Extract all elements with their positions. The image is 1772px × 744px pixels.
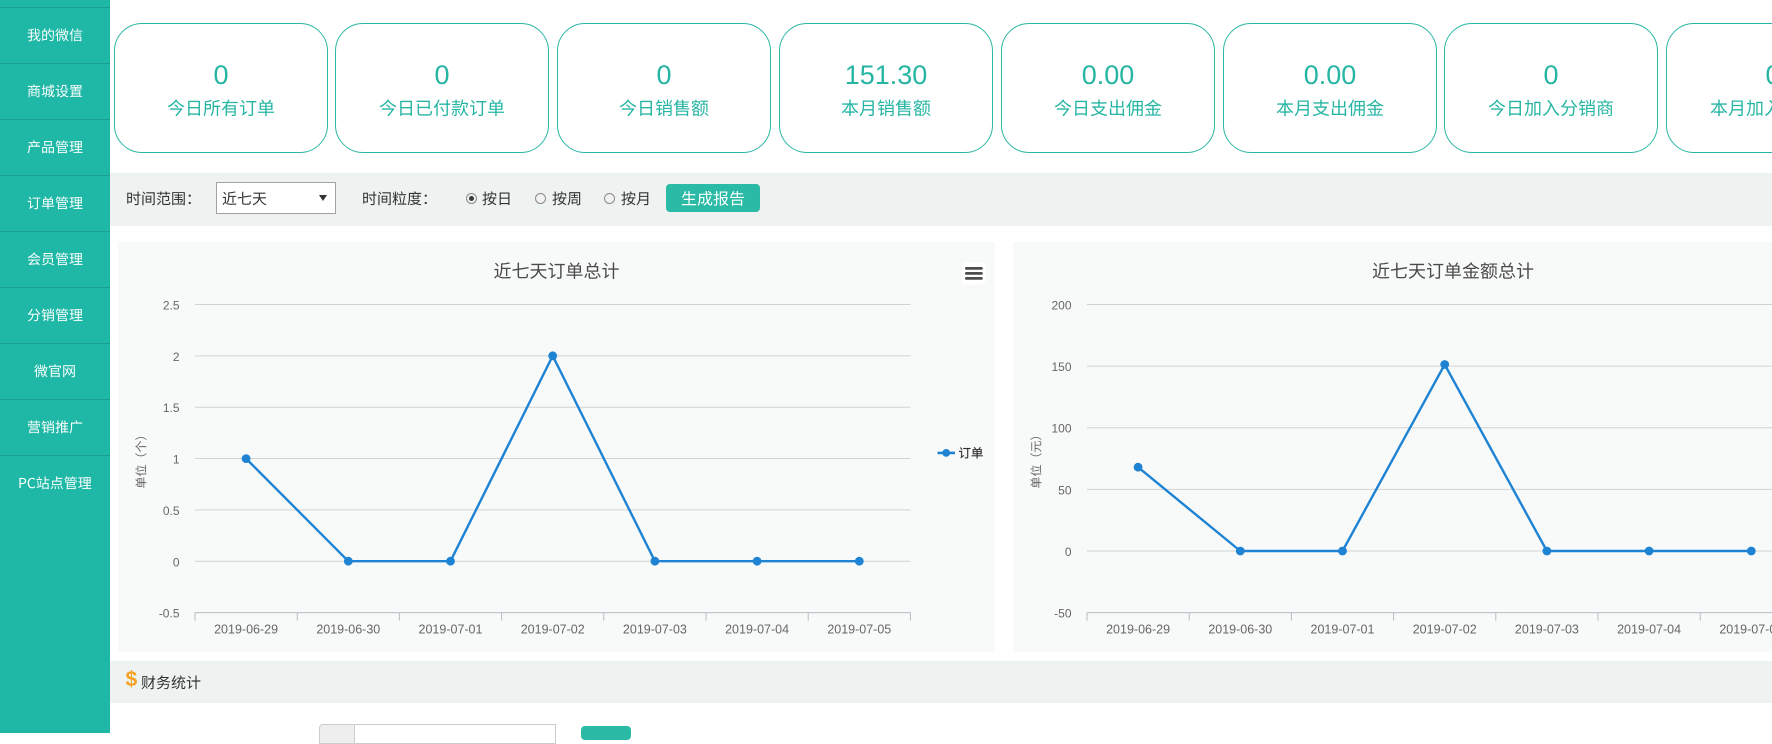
svg-text:2019-07-05: 2019-07-05	[1719, 623, 1772, 637]
svg-text:2019-07-01: 2019-07-01	[1311, 623, 1375, 637]
svg-text:150: 150	[1051, 360, 1071, 374]
svg-text:0.5: 0.5	[163, 504, 180, 518]
svg-text:2019-07-05: 2019-07-05	[827, 623, 891, 637]
svg-text:2019-07-02: 2019-07-02	[1413, 623, 1477, 637]
svg-text:2019-07-04: 2019-07-04	[725, 623, 789, 637]
svg-text:100: 100	[1051, 422, 1071, 436]
svg-text:2019-06-29: 2019-06-29	[214, 623, 278, 637]
svg-text:2019-07-01: 2019-07-01	[419, 623, 483, 637]
svg-text:2019-07-03: 2019-07-03	[623, 623, 687, 637]
svg-text:0: 0	[1065, 545, 1072, 559]
svg-text:2019-06-29: 2019-06-29	[1106, 623, 1170, 637]
svg-text:2.5: 2.5	[163, 299, 180, 313]
svg-text:2019-07-03: 2019-07-03	[1515, 623, 1579, 637]
svg-text:2019-06-30: 2019-06-30	[316, 623, 380, 637]
svg-text:1: 1	[173, 453, 180, 467]
svg-text:2019-06-30: 2019-06-30	[1208, 623, 1272, 637]
svg-text:0: 0	[173, 555, 180, 569]
svg-text:2: 2	[173, 350, 180, 364]
svg-text:2019-07-02: 2019-07-02	[521, 623, 585, 637]
svg-text:-0.5: -0.5	[159, 607, 180, 621]
svg-text:2019-07-04: 2019-07-04	[1617, 623, 1681, 637]
svg-text:-50: -50	[1054, 607, 1072, 621]
svg-text:200: 200	[1051, 299, 1071, 313]
svg-text:1.5: 1.5	[163, 401, 180, 415]
svg-text:50: 50	[1058, 483, 1072, 497]
